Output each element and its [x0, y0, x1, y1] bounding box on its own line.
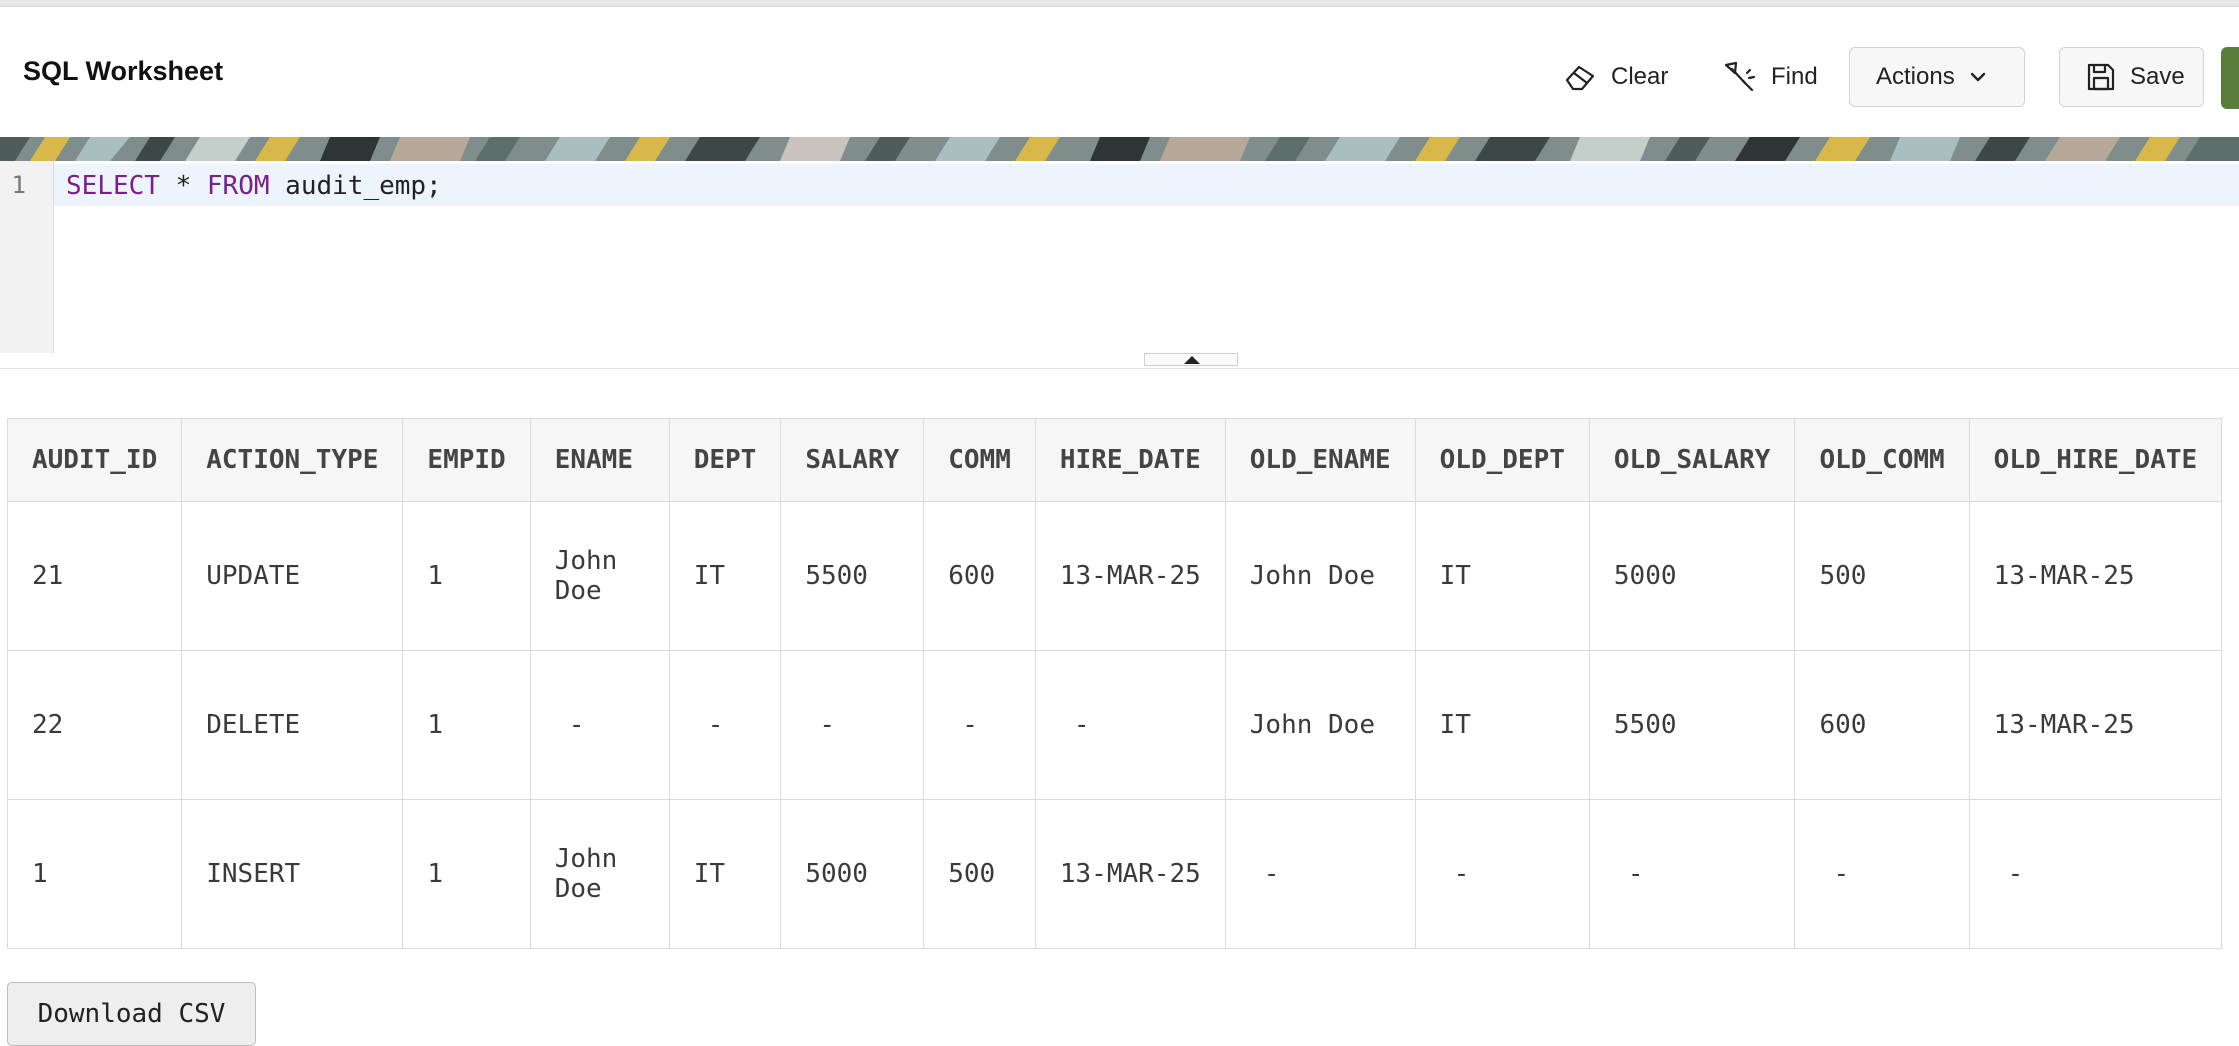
table-cell: IT [1414, 650, 1590, 800]
table-cell: INSERT [181, 799, 404, 949]
table-cell: - [923, 650, 1036, 800]
find-button[interactable]: Find [1723, 47, 1818, 107]
table-cell: 21 [6, 501, 183, 651]
table-cell: IT [668, 501, 782, 651]
table-cell: 5000 [1588, 501, 1796, 651]
column-header[interactable]: EMPID [402, 418, 531, 502]
table-cell: IT [1414, 501, 1590, 651]
chevron-down-icon [1969, 71, 1987, 83]
table-cell: 1 [402, 799, 531, 949]
table-row: 22 DELETE 1- - - - - John Doe IT 5500 600 13-MAR-25 [6, 650, 2223, 800]
table-cell: 1 [402, 501, 531, 651]
keyword-select: SELECT [66, 171, 160, 201]
table-cell: - [668, 650, 782, 800]
table-cell: 1 [402, 650, 531, 800]
sql-editor[interactable]: 1 SELECT * FROM audit_emp; [0, 161, 2239, 354]
column-header[interactable]: ACTION_TYPE [181, 418, 404, 502]
actions-menu-button[interactable]: Actions [1849, 47, 2025, 107]
table-cell: - [1224, 799, 1416, 949]
table-cell: DELETE [181, 650, 404, 800]
floppy-disk-icon [2086, 62, 2116, 92]
column-header[interactable]: OLD_COMM [1794, 418, 1970, 502]
column-header[interactable]: OLD_HIRE_DATE [1968, 418, 2223, 502]
table-cell: 1 [6, 799, 183, 949]
star-token: * [175, 171, 192, 201]
table-cell: 13-MAR-25 [1034, 799, 1226, 949]
caret-up-icon [1184, 356, 1200, 364]
table-cell: IT [668, 799, 782, 949]
decorative-banner [0, 137, 2239, 161]
column-header[interactable]: COMM [923, 418, 1036, 502]
table-cell: 500 [1794, 501, 1970, 651]
table-cell: John Doe [1224, 501, 1416, 651]
save-label: Save [2130, 63, 2185, 90]
flashlight-icon [1723, 60, 1757, 94]
table-row: 21 UPDATE 1 John Doe IT 5500 600 13-MAR-25 John … [6, 501, 2223, 651]
table-cell: 13-MAR-25 [1034, 501, 1226, 651]
results-table: AUDIT_ID ACTION_TYPE EMPID ENAME DEPT SALARY C… [6, 418, 2223, 949]
table-cell: John Doe [529, 501, 670, 651]
header-row: AUDIT_ID ACTION_TYPE EMPID ENAME DEPT SALARY C… [6, 418, 2223, 502]
table-cell: - [529, 650, 670, 800]
line-number: 1 [11, 171, 26, 199]
table-name-token: audit_emp; [285, 171, 442, 201]
table-cell: 600 [923, 501, 1036, 651]
worksheet-header: SQL Worksheet Clear Find Actions Save [0, 7, 2239, 137]
table-cell: 500 [923, 799, 1036, 949]
table-cell: 13-MAR-25 [1968, 650, 2223, 800]
table-cell: John Doe [1224, 650, 1416, 800]
clear-button[interactable]: Clear [1563, 47, 1668, 107]
collapse-handle[interactable] [1144, 353, 1238, 366]
run-button[interactable] [2221, 47, 2239, 109]
find-label: Find [1771, 63, 1818, 90]
table-cell: UPDATE [181, 501, 404, 651]
code-line[interactable]: SELECT * FROM audit_emp; [66, 171, 442, 201]
column-header[interactable]: SALARY [780, 418, 925, 502]
column-header[interactable]: OLD_DEPT [1414, 418, 1590, 502]
pane-splitter[interactable] [0, 353, 2239, 369]
line-gutter: 1 [0, 161, 54, 353]
table-row: 1 INSERT 1 John Doe IT 5000 500 13-MAR-25- - - - - [6, 799, 2223, 949]
table-cell: - [1034, 650, 1226, 800]
table-cell: 13-MAR-25 [1968, 501, 2223, 651]
column-header[interactable]: AUDIT_ID [6, 418, 183, 502]
column-header[interactable]: DEPT [668, 418, 782, 502]
eraser-icon [1563, 62, 1597, 92]
keyword-from: FROM [206, 171, 270, 201]
column-header[interactable]: OLD_ENAME [1224, 418, 1416, 502]
download-csv-button[interactable]: Download CSV [7, 982, 256, 1046]
table-cell: - [1588, 799, 1796, 949]
table-cell: 5500 [780, 501, 925, 651]
column-header[interactable]: OLD_SALARY [1588, 418, 1796, 502]
clear-label: Clear [1611, 63, 1669, 90]
table-cell: - [780, 650, 925, 800]
column-header[interactable]: ENAME [529, 418, 670, 502]
table-cell: - [1968, 799, 2223, 949]
table-cell: 22 [6, 650, 183, 800]
table-cell: John Doe [529, 799, 670, 949]
top-border [0, 0, 2239, 7]
table-cell: - [1794, 799, 1970, 949]
page-title: SQL Worksheet [23, 56, 224, 86]
save-button[interactable]: Save [2059, 47, 2204, 107]
table-cell: 5000 [780, 799, 925, 949]
table-cell: - [1414, 799, 1590, 949]
column-header[interactable]: HIRE_DATE [1034, 418, 1226, 502]
table-cell: 5500 [1588, 650, 1796, 800]
table-cell: 600 [1794, 650, 1970, 800]
results-table-container: AUDIT_ID ACTION_TYPE EMPID ENAME DEPT SALARY C… [6, 418, 2223, 949]
actions-label: Actions [1876, 63, 1955, 90]
